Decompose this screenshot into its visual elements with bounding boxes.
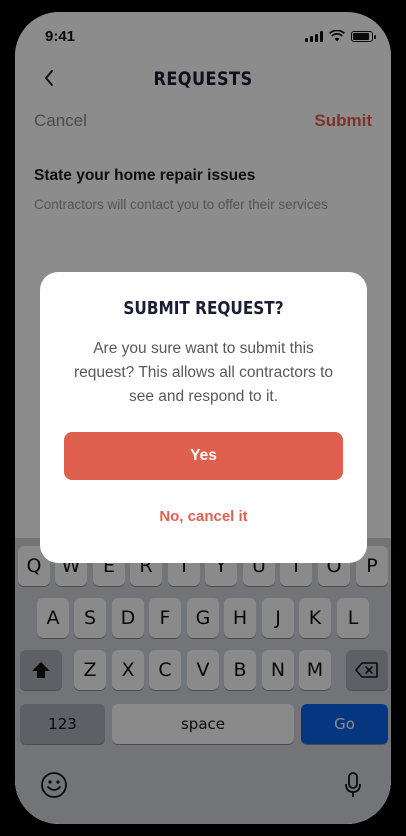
confirm-dialog: SUBMIT REQUEST? Are you sure want to sub… (40, 272, 367, 563)
phone-screen: 9:41 REQUESTS Cancel Submit State your h… (15, 12, 391, 824)
yes-button[interactable]: Yes (64, 432, 343, 480)
dialog-title: SUBMIT REQUEST? (123, 298, 284, 319)
cancel-link[interactable]: No, cancel it (40, 508, 367, 525)
dialog-message: Are you sure want to submit this request… (73, 340, 334, 405)
